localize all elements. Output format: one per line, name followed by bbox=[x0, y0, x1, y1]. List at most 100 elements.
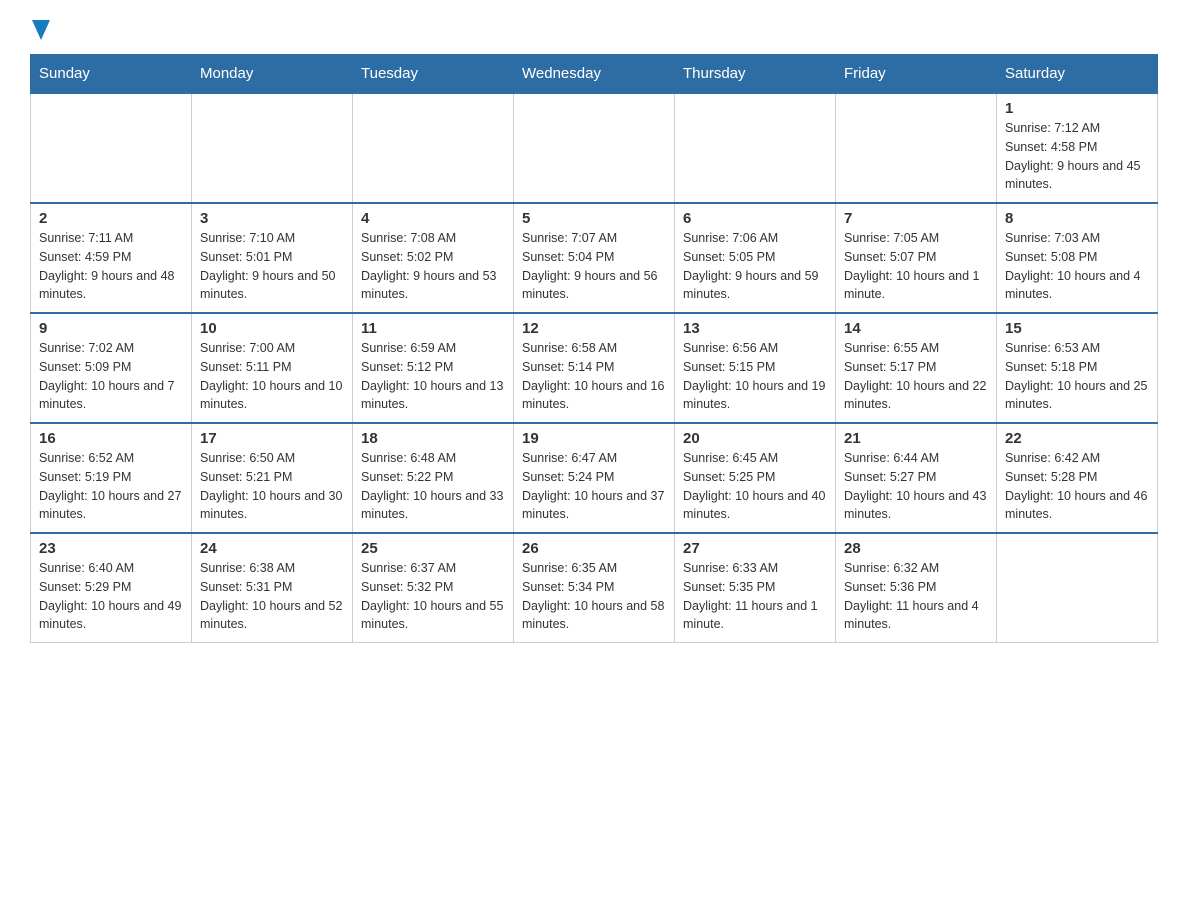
calendar-cell bbox=[675, 93, 836, 203]
day-info: Sunrise: 6:55 AMSunset: 5:17 PMDaylight:… bbox=[844, 339, 988, 414]
day-number: 23 bbox=[39, 540, 183, 557]
day-info: Sunrise: 6:47 AMSunset: 5:24 PMDaylight:… bbox=[522, 449, 666, 524]
day-number: 5 bbox=[522, 210, 666, 227]
calendar-cell: 11 Sunrise: 6:59 AMSunset: 5:12 PMDayligh… bbox=[353, 313, 514, 423]
day-header-friday: Friday bbox=[836, 55, 997, 94]
calendar-cell bbox=[514, 93, 675, 203]
day-number: 2 bbox=[39, 210, 183, 227]
day-header-monday: Monday bbox=[192, 55, 353, 94]
day-header-tuesday: Tuesday bbox=[353, 55, 514, 94]
calendar-cell: 22 Sunrise: 6:42 AMSunset: 5:28 PMDayligh… bbox=[997, 423, 1158, 533]
day-info: Sunrise: 6:42 AMSunset: 5:28 PMDaylight:… bbox=[1005, 449, 1149, 524]
day-header-sunday: Sunday bbox=[31, 55, 192, 94]
day-info: Sunrise: 6:52 AMSunset: 5:19 PMDaylight:… bbox=[39, 449, 183, 524]
day-info: Sunrise: 6:38 AMSunset: 5:31 PMDaylight:… bbox=[200, 559, 344, 634]
day-number: 18 bbox=[361, 430, 505, 447]
day-number: 7 bbox=[844, 210, 988, 227]
day-info: Sunrise: 6:37 AMSunset: 5:32 PMDaylight:… bbox=[361, 559, 505, 634]
day-info: Sunrise: 6:45 AMSunset: 5:25 PMDaylight:… bbox=[683, 449, 827, 524]
day-number: 21 bbox=[844, 430, 988, 447]
calendar-cell bbox=[353, 93, 514, 203]
calendar-cell: 9 Sunrise: 7:02 AMSunset: 5:09 PMDaylight… bbox=[31, 313, 192, 423]
day-number: 20 bbox=[683, 430, 827, 447]
day-info: Sunrise: 7:07 AMSunset: 5:04 PMDaylight:… bbox=[522, 229, 666, 304]
day-info: Sunrise: 7:12 AMSunset: 4:58 PMDaylight:… bbox=[1005, 119, 1149, 194]
calendar-cell: 27Sunrise: 6:33 AMSunset: 5:35 PMDayligh… bbox=[675, 533, 836, 643]
calendar-cell: 8 Sunrise: 7:03 AMSunset: 5:08 PMDaylight… bbox=[997, 203, 1158, 313]
calendar-cell bbox=[31, 93, 192, 203]
day-header-wednesday: Wednesday bbox=[514, 55, 675, 94]
calendar-cell: 17 Sunrise: 6:50 AMSunset: 5:21 PMDayligh… bbox=[192, 423, 353, 533]
day-info: Sunrise: 7:08 AMSunset: 5:02 PMDaylight:… bbox=[361, 229, 505, 304]
day-number: 4 bbox=[361, 210, 505, 227]
calendar-cell: 10 Sunrise: 7:00 AMSunset: 5:11 PMDayligh… bbox=[192, 313, 353, 423]
day-number: 9 bbox=[39, 320, 183, 337]
calendar-table: SundayMondayTuesdayWednesdayThursdayFrid… bbox=[30, 54, 1158, 643]
day-number: 27 bbox=[683, 540, 827, 557]
day-number: 1 bbox=[1005, 100, 1149, 117]
calendar-cell: 21 Sunrise: 6:44 AMSunset: 5:27 PMDayligh… bbox=[836, 423, 997, 533]
calendar-cell: 4 Sunrise: 7:08 AMSunset: 5:02 PMDaylight… bbox=[353, 203, 514, 313]
calendar-cell: 2 Sunrise: 7:11 AMSunset: 4:59 PMDaylight… bbox=[31, 203, 192, 313]
day-number: 11 bbox=[361, 320, 505, 337]
day-info: Sunrise: 7:03 AMSunset: 5:08 PMDaylight:… bbox=[1005, 229, 1149, 304]
calendar-cell bbox=[836, 93, 997, 203]
day-number: 10 bbox=[200, 320, 344, 337]
day-number: 26 bbox=[522, 540, 666, 557]
calendar-cell: 5 Sunrise: 7:07 AMSunset: 5:04 PMDaylight… bbox=[514, 203, 675, 313]
day-number: 25 bbox=[361, 540, 505, 557]
day-header-thursday: Thursday bbox=[675, 55, 836, 94]
calendar-cell: 12 Sunrise: 6:58 AMSunset: 5:14 PMDayligh… bbox=[514, 313, 675, 423]
logo-triangle-icon bbox=[32, 20, 50, 40]
day-info: Sunrise: 6:32 AMSunset: 5:36 PMDaylight:… bbox=[844, 559, 988, 634]
calendar-cell: 20 Sunrise: 6:45 AMSunset: 5:25 PMDayligh… bbox=[675, 423, 836, 533]
day-number: 16 bbox=[39, 430, 183, 447]
calendar-cell: 28 Sunrise: 6:32 AMSunset: 5:36 PMDayligh… bbox=[836, 533, 997, 643]
calendar-cell: 23 Sunrise: 6:40 AMSunset: 5:29 PMDayligh… bbox=[31, 533, 192, 643]
day-info: Sunrise: 7:10 AMSunset: 5:01 PMDaylight:… bbox=[200, 229, 344, 304]
day-number: 24 bbox=[200, 540, 344, 557]
calendar-cell: 3 Sunrise: 7:10 AMSunset: 5:01 PMDaylight… bbox=[192, 203, 353, 313]
calendar-cell: 18 Sunrise: 6:48 AMSunset: 5:22 PMDayligh… bbox=[353, 423, 514, 533]
calendar-cell: 25 Sunrise: 6:37 AMSunset: 5:32 PMDayligh… bbox=[353, 533, 514, 643]
day-info: Sunrise: 6:53 AMSunset: 5:18 PMDaylight:… bbox=[1005, 339, 1149, 414]
day-number: 17 bbox=[200, 430, 344, 447]
calendar-cell: 13 Sunrise: 6:56 AMSunset: 5:15 PMDayligh… bbox=[675, 313, 836, 423]
day-info: Sunrise: 6:44 AMSunset: 5:27 PMDaylight:… bbox=[844, 449, 988, 524]
calendar-cell: 16 Sunrise: 6:52 AMSunset: 5:19 PMDayligh… bbox=[31, 423, 192, 533]
day-info: Sunrise: 7:11 AMSunset: 4:59 PMDaylight:… bbox=[39, 229, 183, 304]
calendar-cell: 15 Sunrise: 6:53 AMSunset: 5:18 PMDayligh… bbox=[997, 313, 1158, 423]
day-number: 8 bbox=[1005, 210, 1149, 227]
day-header-saturday: Saturday bbox=[997, 55, 1158, 94]
calendar-cell: 6 Sunrise: 7:06 AMSunset: 5:05 PMDaylight… bbox=[675, 203, 836, 313]
day-info: Sunrise: 7:02 AMSunset: 5:09 PMDaylight:… bbox=[39, 339, 183, 414]
calendar-cell: 24 Sunrise: 6:38 AMSunset: 5:31 PMDayligh… bbox=[192, 533, 353, 643]
day-info: Sunrise: 7:00 AMSunset: 5:11 PMDaylight:… bbox=[200, 339, 344, 414]
day-info: Sunrise: 6:50 AMSunset: 5:21 PMDaylight:… bbox=[200, 449, 344, 524]
day-number: 12 bbox=[522, 320, 666, 337]
logo bbox=[30, 20, 50, 38]
calendar-cell: 14 Sunrise: 6:55 AMSunset: 5:17 PMDayligh… bbox=[836, 313, 997, 423]
day-number: 13 bbox=[683, 320, 827, 337]
day-info: Sunrise: 6:48 AMSunset: 5:22 PMDaylight:… bbox=[361, 449, 505, 524]
calendar-cell bbox=[192, 93, 353, 203]
day-number: 22 bbox=[1005, 430, 1149, 447]
calendar-cell: 19 Sunrise: 6:47 AMSunset: 5:24 PMDayligh… bbox=[514, 423, 675, 533]
calendar-cell: 7 Sunrise: 7:05 AMSunset: 5:07 PMDaylight… bbox=[836, 203, 997, 313]
day-info: Sunrise: 7:05 AMSunset: 5:07 PMDaylight:… bbox=[844, 229, 988, 304]
day-number: 19 bbox=[522, 430, 666, 447]
day-info: Sunrise: 6:56 AMSunset: 5:15 PMDaylight:… bbox=[683, 339, 827, 414]
calendar-cell: 1 Sunrise: 7:12 AMSunset: 4:58 PMDaylight… bbox=[997, 93, 1158, 203]
day-number: 28 bbox=[844, 540, 988, 557]
day-number: 6 bbox=[683, 210, 827, 227]
page-header bbox=[30, 20, 1158, 38]
day-info: Sunrise: 7:06 AMSunset: 5:05 PMDaylight:… bbox=[683, 229, 827, 304]
day-info: Sunrise: 6:58 AMSunset: 5:14 PMDaylight:… bbox=[522, 339, 666, 414]
day-number: 15 bbox=[1005, 320, 1149, 337]
day-number: 3 bbox=[200, 210, 344, 227]
day-info: Sunrise: 6:35 AMSunset: 5:34 PMDaylight:… bbox=[522, 559, 666, 634]
calendar-cell: 26 Sunrise: 6:35 AMSunset: 5:34 PMDayligh… bbox=[514, 533, 675, 643]
day-info: Sunrise: 6:59 AMSunset: 5:12 PMDaylight:… bbox=[361, 339, 505, 414]
day-info: Sunrise: 6:40 AMSunset: 5:29 PMDaylight:… bbox=[39, 559, 183, 634]
day-number: 14 bbox=[844, 320, 988, 337]
